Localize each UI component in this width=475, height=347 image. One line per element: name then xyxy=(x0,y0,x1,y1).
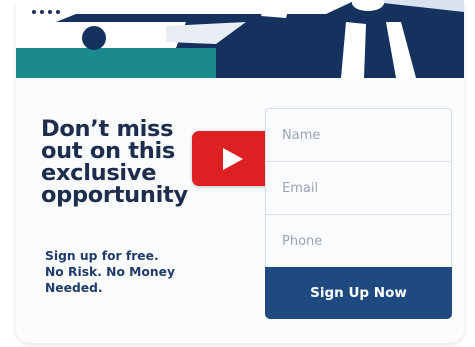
signup-form: Sign Up Now xyxy=(265,108,452,319)
video-play-button[interactable] xyxy=(192,131,272,186)
subtext-line: No Risk. No Money xyxy=(45,265,175,279)
headline-line: opportunity xyxy=(41,182,188,208)
email-field[interactable] xyxy=(265,161,452,214)
sign-up-button[interactable]: Sign Up Now xyxy=(265,267,452,319)
play-icon xyxy=(223,148,243,170)
name-field[interactable] xyxy=(265,108,452,161)
signup-subtext: Sign up for free. No Risk. No Money Need… xyxy=(45,248,225,296)
subtext-line: Sign up for free. xyxy=(45,249,159,263)
subtext-line: Needed. xyxy=(45,281,103,295)
phone-field[interactable] xyxy=(265,214,452,267)
banner-graphic xyxy=(16,0,464,78)
banner-illustration xyxy=(16,0,464,78)
signup-card: Don’t miss out on this exclusive opportu… xyxy=(16,0,464,343)
